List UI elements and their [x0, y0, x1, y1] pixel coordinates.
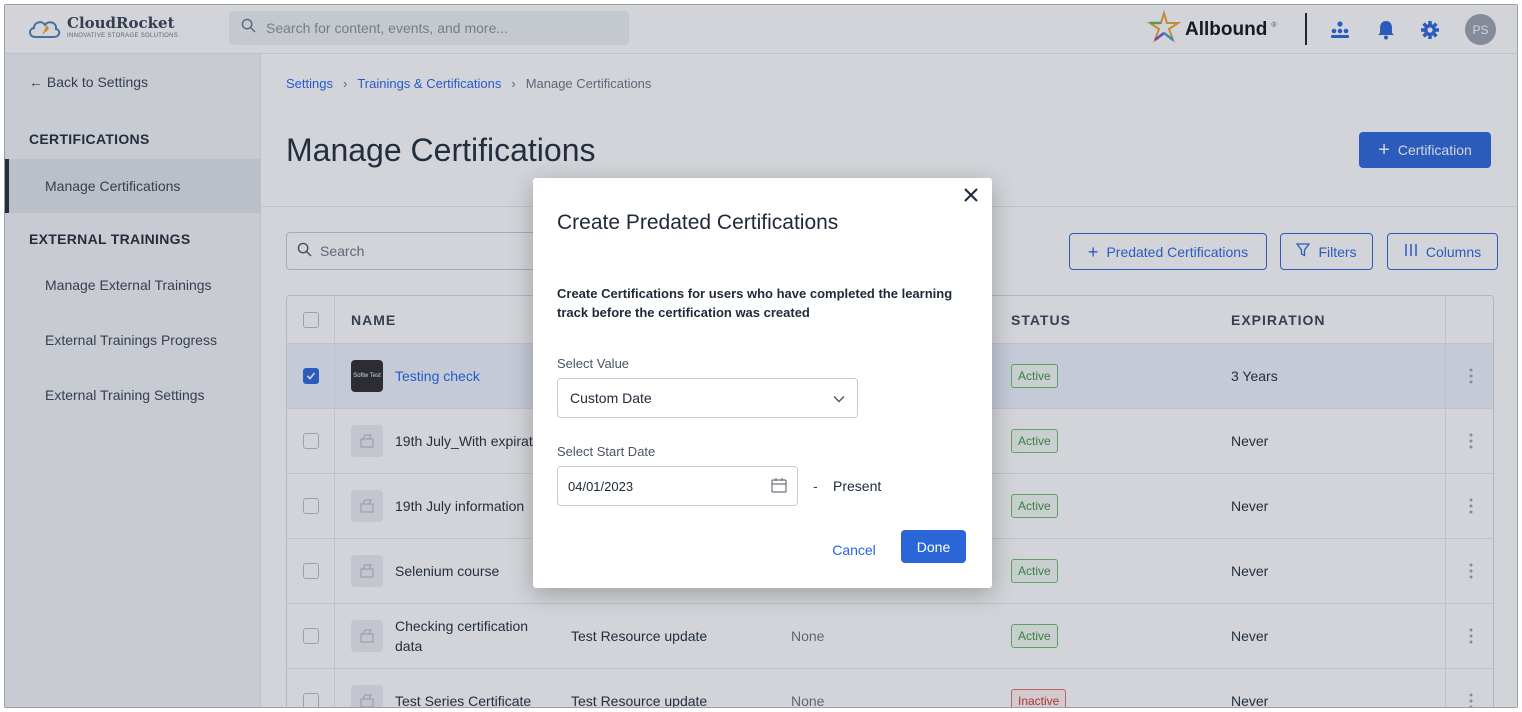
- end-date-present: Present: [833, 478, 882, 494]
- chevron-down-icon: [833, 390, 845, 406]
- select-value-label: Select Value: [557, 356, 630, 371]
- dialog-title: Create Predated Certifications: [557, 211, 839, 234]
- calendar-icon[interactable]: [771, 477, 787, 496]
- start-date-input[interactable]: 04/01/2023: [557, 466, 798, 506]
- select-value-text: Custom Date: [570, 390, 652, 406]
- select-value-dropdown[interactable]: Custom Date: [557, 378, 858, 418]
- date-range-dash: -: [813, 478, 818, 494]
- done-button[interactable]: Done: [901, 530, 966, 563]
- cancel-button[interactable]: Cancel: [831, 534, 877, 566]
- select-start-date-label: Select Start Date: [557, 444, 656, 459]
- close-icon[interactable]: [960, 184, 982, 206]
- create-predated-certifications-dialog: Create Predated Certifications Create Ce…: [533, 178, 992, 588]
- app-window: CloudRocket INNOVATIVE STORAGE SOLUTIONS…: [4, 4, 1518, 708]
- start-date-value: 04/01/2023: [568, 478, 634, 494]
- dialog-description: Create Certifications for users who have…: [557, 286, 953, 320]
